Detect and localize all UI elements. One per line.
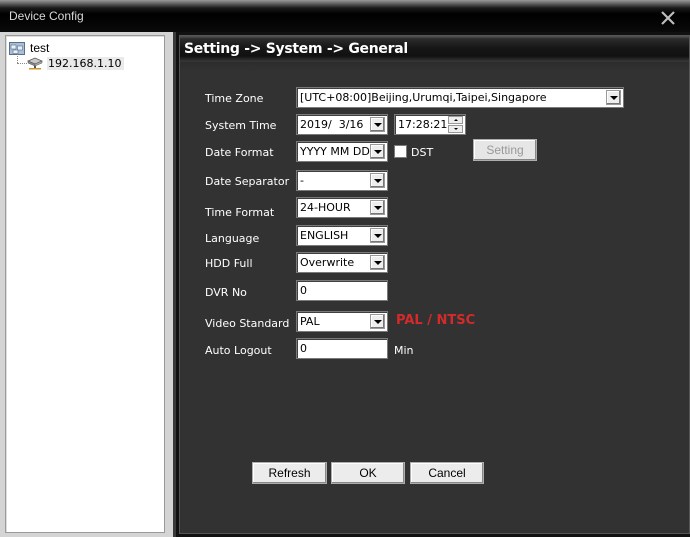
date-format-value: YYYY MM DD bbox=[300, 145, 370, 158]
chevron-down-icon[interactable] bbox=[370, 117, 385, 132]
chevron-down-icon[interactable] bbox=[606, 90, 621, 105]
tree-root-label: test bbox=[30, 41, 50, 55]
video-standard-value: PAL bbox=[300, 315, 320, 328]
chevron-down-icon[interactable] bbox=[370, 144, 385, 159]
spin-down-icon[interactable] bbox=[448, 125, 463, 133]
chevron-down-icon[interactable] bbox=[370, 255, 385, 270]
language-select[interactable]: ENGLISH bbox=[296, 225, 388, 246]
system-time-input[interactable]: 17:28:21 bbox=[394, 114, 466, 135]
date-separator-value: - bbox=[300, 174, 304, 187]
chevron-down-icon[interactable] bbox=[370, 228, 385, 243]
video-standard-label: Video Standard bbox=[205, 317, 290, 330]
auto-logout-value: 0 bbox=[300, 342, 307, 355]
date-format-label: Date Format bbox=[205, 146, 274, 159]
time-spinner[interactable] bbox=[448, 116, 463, 133]
refresh-button[interactable]: Refresh bbox=[252, 462, 327, 484]
cancel-button[interactable]: Cancel bbox=[410, 462, 484, 484]
system-date-picker[interactable]: 2019/ 3/16 bbox=[296, 114, 388, 135]
hdd-full-label: HDD Full bbox=[205, 257, 253, 270]
date-format-select[interactable]: YYYY MM DD bbox=[296, 141, 388, 162]
time-format-label: Time Format bbox=[205, 206, 275, 219]
time-zone-select[interactable]: [UTC+08:00]Beijing,Urumqi,Taipei,Singapo… bbox=[296, 87, 624, 108]
video-standard-select[interactable]: PAL bbox=[296, 311, 388, 332]
time-format-select[interactable]: 24-HOUR bbox=[296, 197, 388, 218]
date-separator-select[interactable]: - bbox=[296, 170, 388, 191]
auto-logout-unit: Min bbox=[394, 344, 414, 357]
system-time-label: System Time bbox=[205, 119, 277, 132]
dst-label: DST bbox=[411, 146, 434, 159]
dst-checkbox[interactable] bbox=[394, 145, 407, 158]
language-label: Language bbox=[205, 232, 260, 245]
time-format-value: 24-HOUR bbox=[300, 201, 351, 214]
tree-item-root[interactable]: test bbox=[9, 40, 49, 56]
tree-device-label: 192.168.1.10 bbox=[47, 56, 125, 70]
video-standard-note: PAL / NTSC bbox=[396, 313, 476, 328]
tree-connector bbox=[17, 53, 18, 63]
dvr-no-value: 0 bbox=[300, 284, 307, 297]
auto-logout-label: Auto Logout bbox=[205, 344, 272, 357]
device-tree[interactable]: test 192.168.1.10 bbox=[5, 35, 165, 533]
ok-button[interactable]: OK bbox=[331, 462, 405, 484]
window-title: Device Config bbox=[9, 9, 84, 23]
setting-button[interactable]: Setting bbox=[473, 139, 537, 161]
settings-panel: Setting -> System -> General Time Zone [… bbox=[173, 32, 690, 537]
date-separator-label: Date Separator bbox=[205, 175, 290, 188]
breadcrumb: Setting -> System -> General bbox=[184, 41, 408, 57]
hdd-full-value: Overwrite bbox=[300, 256, 355, 269]
window-client: test 192.168.1.10 Setting -> System -> G… bbox=[0, 32, 690, 537]
chevron-down-icon[interactable] bbox=[370, 200, 385, 215]
dvr-no-label: DVR No bbox=[205, 286, 247, 299]
auto-logout-input[interactable]: 0 bbox=[296, 338, 388, 359]
window-titlebar: Device Config bbox=[0, 0, 690, 32]
system-time-value: 17:28:21 bbox=[398, 118, 448, 131]
system-date-value: 2019/ 3/16 bbox=[300, 118, 364, 131]
language-value: ENGLISH bbox=[300, 229, 349, 242]
tree-item-device[interactable]: 192.168.1.10 bbox=[26, 55, 125, 71]
close-icon[interactable] bbox=[658, 8, 678, 28]
network-device-icon bbox=[26, 56, 43, 70]
chevron-down-icon[interactable] bbox=[370, 314, 385, 329]
panel-header: Setting -> System -> General bbox=[180, 36, 689, 62]
chevron-down-icon[interactable] bbox=[370, 173, 385, 188]
dvr-no-input[interactable]: 0 bbox=[296, 280, 388, 301]
spin-up-icon[interactable] bbox=[448, 116, 463, 124]
time-zone-value: [UTC+08:00]Beijing,Urumqi,Taipei,Singapo… bbox=[300, 91, 547, 104]
time-zone-label: Time Zone bbox=[205, 92, 264, 105]
hdd-full-select[interactable]: Overwrite bbox=[296, 252, 388, 273]
